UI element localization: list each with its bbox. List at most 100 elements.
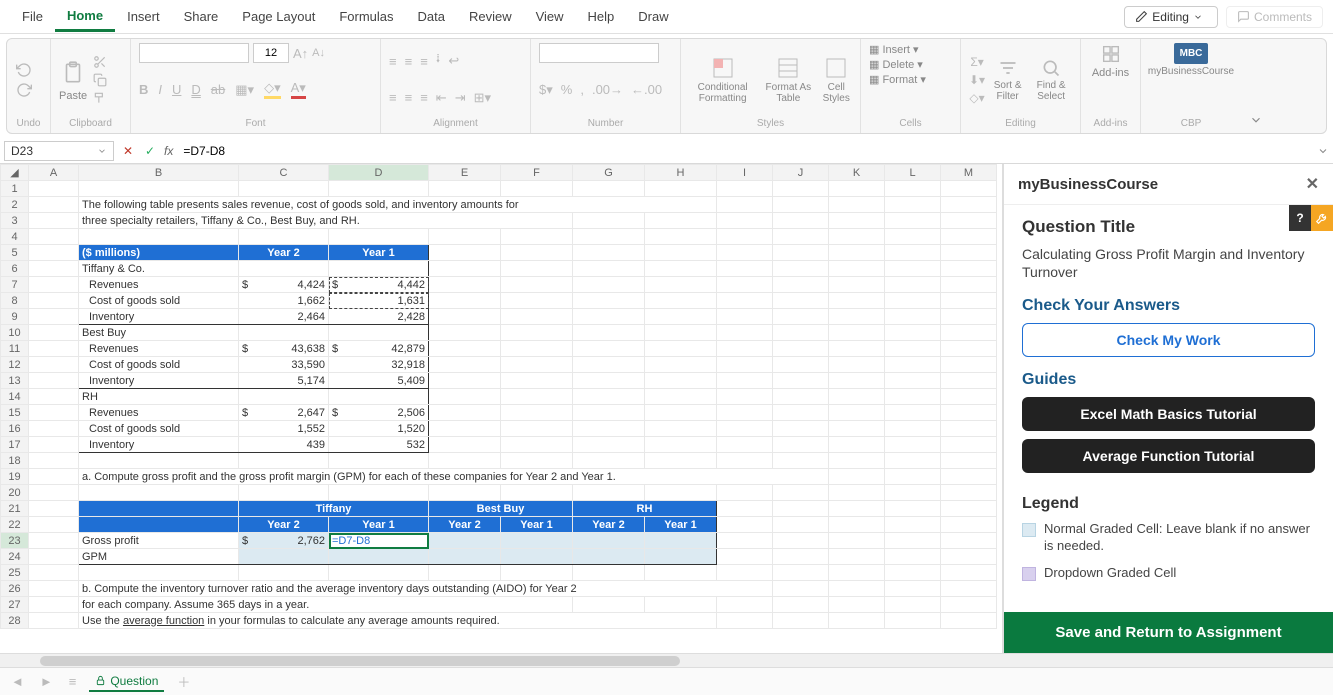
- row-header[interactable]: 5: [1, 245, 29, 261]
- tab-file[interactable]: File: [10, 3, 55, 30]
- redo-icon[interactable]: [15, 82, 33, 98]
- currency-icon[interactable]: $▾: [539, 82, 553, 98]
- cell[interactable]: [239, 549, 329, 565]
- cell[interactable]: [79, 501, 239, 517]
- cell[interactable]: 1,552: [239, 421, 329, 437]
- row-header[interactable]: 16: [1, 421, 29, 437]
- cell[interactable]: [645, 533, 717, 549]
- paste-button[interactable]: Paste: [59, 58, 87, 102]
- tab-pagelayout[interactable]: Page Layout: [230, 3, 327, 30]
- cell[interactable]: Use the average function in your formula…: [79, 613, 717, 629]
- name-box[interactable]: D23: [4, 141, 114, 161]
- cancel-formula-icon[interactable]: ✕: [120, 144, 136, 158]
- cell[interactable]: RH: [573, 501, 717, 517]
- active-cell-D23[interactable]: =D7-D8: [329, 533, 429, 549]
- cell[interactable]: Inventory: [79, 437, 239, 453]
- merge-icon[interactable]: ⊞▾: [474, 90, 491, 106]
- cell[interactable]: [329, 549, 429, 565]
- decrease-decimal-icon[interactable]: ←.00: [631, 82, 662, 97]
- row-header[interactable]: 8: [1, 293, 29, 309]
- sort-filter-button[interactable]: Sort & Filter: [989, 58, 1026, 102]
- font-name-select[interactable]: [139, 43, 249, 63]
- undo-icon[interactable]: [15, 62, 33, 78]
- fill-icon[interactable]: ⬇▾: [969, 73, 985, 87]
- cell[interactable]: 2,464: [239, 309, 329, 325]
- cells-delete-button[interactable]: ▦ Delete ▾: [869, 58, 952, 71]
- mybusinesscourse-button[interactable]: MBC myBusinessCourse: [1149, 43, 1233, 77]
- cell[interactable]: RH: [79, 389, 239, 405]
- decrease-font-icon[interactable]: A↓: [312, 47, 325, 59]
- col-header-G[interactable]: G: [573, 165, 645, 181]
- col-header-D[interactable]: D: [329, 165, 429, 181]
- cell[interactable]: [573, 549, 645, 565]
- font-size-select[interactable]: [253, 43, 289, 63]
- strikethrough-button[interactable]: ab: [211, 82, 225, 97]
- cell[interactable]: Best Buy: [429, 501, 573, 517]
- cell[interactable]: $2,506: [329, 405, 429, 421]
- cell[interactable]: $42,879: [329, 341, 429, 357]
- tab-help[interactable]: Help: [576, 3, 627, 30]
- tab-share[interactable]: Share: [172, 3, 231, 30]
- conditional-formatting-button[interactable]: Conditional Formatting: [689, 56, 756, 104]
- fill-color-button[interactable]: ◇▾: [264, 80, 281, 99]
- cell[interactable]: $43,638: [239, 341, 329, 357]
- cell[interactable]: Revenues: [79, 341, 239, 357]
- help-icon[interactable]: ?: [1289, 205, 1311, 231]
- cell[interactable]: Best Buy: [79, 325, 239, 341]
- double-underline-button[interactable]: D: [191, 82, 200, 97]
- wrap-text-icon[interactable]: ↩: [448, 53, 459, 69]
- cell[interactable]: 5,409: [329, 373, 429, 389]
- check-my-work-button[interactable]: Check My Work: [1022, 323, 1315, 357]
- cell[interactable]: b. Compute the inventory turnover ratio …: [79, 581, 773, 597]
- cell[interactable]: Cost of goods sold: [79, 421, 239, 437]
- cells-insert-button[interactable]: ▦ Insert ▾: [869, 43, 952, 56]
- increase-font-icon[interactable]: A↑: [293, 46, 308, 61]
- cell[interactable]: Year 2: [429, 517, 501, 533]
- cell[interactable]: [501, 533, 573, 549]
- align-middle-icon[interactable]: ≡: [405, 54, 413, 69]
- row-header[interactable]: 13: [1, 373, 29, 389]
- decrease-indent-icon[interactable]: ⇤: [436, 90, 447, 106]
- cell[interactable]: Year 1: [501, 517, 573, 533]
- cell[interactable]: 33,590: [239, 357, 329, 373]
- sheet-nav-next[interactable]: ►: [37, 674, 56, 689]
- spreadsheet-grid[interactable]: ◢ A B C D E F G H I J K L M 1 2: [0, 164, 1003, 653]
- tab-data[interactable]: Data: [406, 3, 457, 30]
- cell[interactable]: $2,647: [239, 405, 329, 421]
- row-header[interactable]: 23: [1, 533, 29, 549]
- row-header[interactable]: 26: [1, 581, 29, 597]
- cell[interactable]: Year 2: [239, 245, 329, 261]
- sheet-nav-prev[interactable]: ◄: [8, 674, 27, 689]
- cell[interactable]: 1,662: [239, 293, 329, 309]
- cell[interactable]: 5,174: [239, 373, 329, 389]
- row-header[interactable]: 9: [1, 309, 29, 325]
- cells-format-button[interactable]: ▦ Format ▾: [869, 73, 952, 86]
- tab-draw[interactable]: Draw: [626, 3, 680, 30]
- cell[interactable]: Cost of goods sold: [79, 357, 239, 373]
- cell[interactable]: [429, 533, 501, 549]
- ribbon-collapse-button[interactable]: [1241, 39, 1271, 133]
- row-header[interactable]: 1: [1, 181, 29, 197]
- fx-icon[interactable]: fx: [164, 144, 173, 158]
- col-header-M[interactable]: M: [941, 165, 997, 181]
- col-header-J[interactable]: J: [773, 165, 829, 181]
- cell[interactable]: $4,424: [239, 277, 329, 293]
- save-return-button[interactable]: Save and Return to Assignment: [1004, 612, 1333, 653]
- align-bottom-icon[interactable]: ≡: [420, 54, 428, 69]
- row-header[interactable]: 20: [1, 485, 29, 501]
- editing-mode-button[interactable]: Editing: [1124, 6, 1218, 28]
- comments-button[interactable]: Comments: [1226, 6, 1323, 28]
- orientation-icon[interactable]: ⭭: [436, 50, 441, 72]
- underline-button[interactable]: U: [172, 82, 181, 97]
- col-header-B[interactable]: B: [79, 165, 239, 181]
- cell[interactable]: 2,428: [329, 309, 429, 325]
- row-header[interactable]: 24: [1, 549, 29, 565]
- cell[interactable]: [573, 533, 645, 549]
- cell[interactable]: Inventory: [79, 309, 239, 325]
- cell[interactable]: Year 1: [329, 517, 429, 533]
- col-header-I[interactable]: I: [717, 165, 773, 181]
- clear-icon[interactable]: ◇▾: [969, 91, 984, 105]
- autosum-icon[interactable]: Σ▾: [970, 55, 983, 69]
- all-sheets-button[interactable]: ≡: [66, 674, 80, 689]
- find-select-button[interactable]: Find & Select: [1030, 58, 1072, 102]
